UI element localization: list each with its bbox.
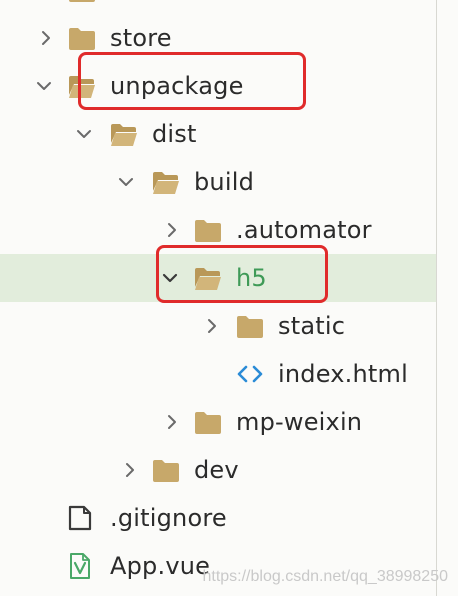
chevron-right-icon[interactable] [36, 28, 56, 48]
tree-row-mp-weixin[interactable]: mp-weixin [0, 398, 436, 446]
tree-item-label: dev [194, 456, 239, 484]
chevron-right-icon[interactable] [202, 316, 222, 336]
tree-item-label: index.html [278, 360, 408, 388]
tree-item-label: App.vue [110, 552, 211, 580]
tree-item-label: dist [152, 120, 197, 148]
tree-row-partial[interactable] [0, 0, 436, 14]
folder-open-icon [153, 172, 179, 194]
tree-row-dist[interactable]: dist [0, 110, 436, 158]
chevron-right-icon[interactable] [162, 220, 182, 240]
chevron-down-icon[interactable] [74, 124, 94, 144]
text-file-icon [68, 505, 92, 531]
tree-item-label: .gitignore [110, 504, 227, 532]
folder-open-icon [111, 124, 137, 146]
chevron-right-icon[interactable] [120, 460, 140, 480]
folder-closed-icon [195, 220, 221, 242]
chevron-right-icon[interactable] [162, 412, 182, 432]
tree-item-label: build [194, 168, 255, 196]
tree-row-dev[interactable]: dev [0, 446, 436, 494]
panel-divider [436, 0, 437, 596]
highlight-box-unpackage [78, 52, 306, 110]
folder-closed-icon [69, 28, 95, 50]
tree-row-build[interactable]: build [0, 158, 436, 206]
chevron-down-icon[interactable] [34, 76, 54, 96]
vue-file-icon [70, 553, 90, 579]
tree-row-static[interactable]: static [0, 302, 436, 350]
tree-item-label: static [278, 312, 346, 340]
highlight-box-h5 [156, 245, 328, 303]
tree-row-index-html[interactable]: index.html [0, 350, 436, 398]
watermark-text: https://blog.csdn.net/qq_38998250 [202, 568, 448, 585]
tree-item-label: mp-weixin [236, 408, 363, 436]
tree-row-gitignore[interactable]: .gitignore [0, 494, 436, 542]
html-file-icon [237, 365, 263, 383]
folder-closed-icon [195, 412, 221, 434]
folder-closed-icon [153, 460, 179, 482]
chevron-down-icon[interactable] [116, 172, 136, 192]
folder-closed-icon [237, 316, 263, 338]
folder-closed-icon [69, 0, 95, 2]
